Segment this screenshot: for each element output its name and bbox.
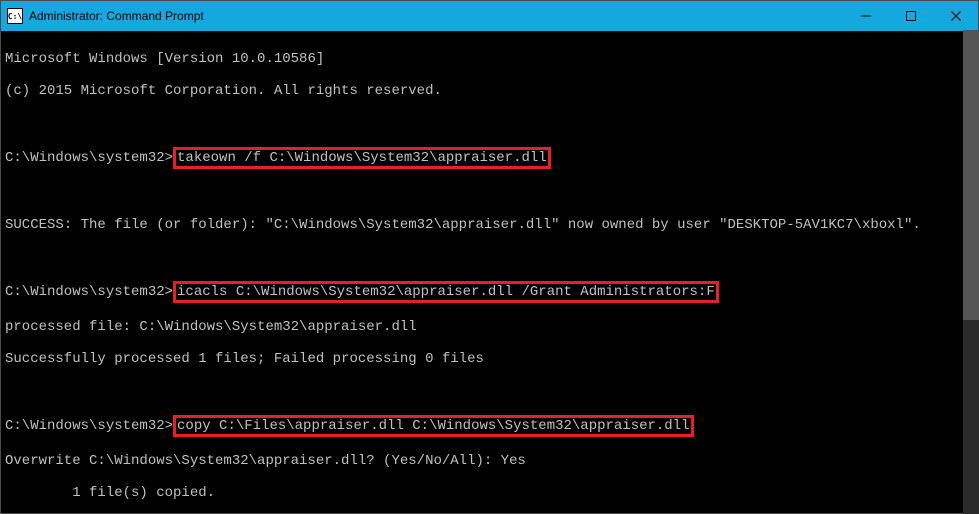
output-line: Overwrite C:\Windows\System32\appraiser.… xyxy=(5,453,974,469)
command-prompt-window: C:\ Administrator: Command Prompt Micros… xyxy=(0,0,979,514)
output-line: SUCCESS: The file (or folder): "C:\Windo… xyxy=(5,217,974,233)
output-line: processed file: C:\Windows\System32\appr… xyxy=(5,319,974,335)
copyright-line: (c) 2015 Microsoft Corporation. All righ… xyxy=(5,83,974,99)
scrollbar-thumb[interactable] xyxy=(963,30,979,320)
close-icon xyxy=(951,11,961,21)
prompt-path: C:\Windows\system32> xyxy=(5,284,173,300)
close-button[interactable] xyxy=(933,1,978,31)
version-line: Microsoft Windows [Version 10.0.10586] xyxy=(5,51,974,67)
window-title: Administrator: Command Prompt xyxy=(29,9,204,23)
vertical-scrollbar[interactable] xyxy=(963,30,979,514)
titlebar[interactable]: C:\ Administrator: Command Prompt xyxy=(1,1,978,31)
terminal-output[interactable]: Microsoft Windows [Version 10.0.10586] (… xyxy=(1,31,978,513)
minimize-button[interactable] xyxy=(843,1,888,31)
output-line: 1 file(s) copied. xyxy=(5,485,974,501)
prompt-path: C:\Windows\system32> xyxy=(5,150,173,166)
maximize-icon xyxy=(906,11,916,21)
command-highlight-1: takeown /f C:\Windows\System32\appraiser… xyxy=(173,147,551,169)
command-highlight-3: copy C:\Files\appraiser.dll C:\Windows\S… xyxy=(173,415,693,437)
prompt-path: C:\Windows\system32> xyxy=(5,418,173,434)
cmd-icon: C:\ xyxy=(7,8,23,24)
output-line: Successfully processed 1 files; Failed p… xyxy=(5,351,974,367)
minimize-icon xyxy=(861,11,871,21)
command-highlight-2: icacls C:\Windows\System32\appraiser.dll… xyxy=(173,281,719,303)
maximize-button[interactable] xyxy=(888,1,933,31)
